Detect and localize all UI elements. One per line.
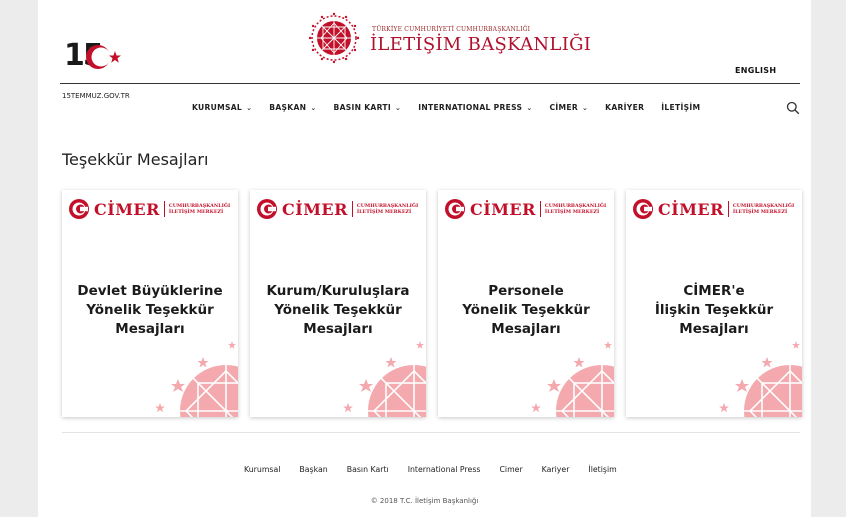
chevron-down-icon: ⌄ [310,103,317,112]
cimer-subtitle: CUMHURBAŞKANLIĞI İLETİŞİM MERKEZİ [732,203,795,215]
page-title: Teşekkür Mesajları [62,150,209,169]
cimer-subtitle: CUMHURBAŞKANLIĞI İLETİŞİM MERKEZİ [356,203,419,215]
decorative-emblem-art [719,341,802,417]
content-divider [62,432,800,433]
cimer-divider [351,201,353,217]
anniversary-logo[interactable]: 15 15TEMMUZ.GOV.TR [62,36,132,100]
footer-link-baskan[interactable]: Başkan [299,465,327,474]
chevron-down-icon: ⌄ [526,103,533,112]
anniversary-url: 15TEMMUZ.GOV.TR [62,92,130,100]
crescent-star-icon [86,45,121,69]
cimer-logo-block: CİMER CUMHURBAŞKANLIĞI İLETİŞİM MERKEZİ [444,198,606,220]
cimer-logo-icon [257,199,277,219]
nav-item-international-press[interactable]: INTERNATIONAL PRESS ⌄ [418,103,532,112]
brand-title[interactable]: İLETİŞİM BAŞKANLIĞI [370,34,591,55]
language-link[interactable]: ENGLISH [735,66,776,75]
cimer-logo-icon [633,199,653,219]
cimer-logo-block: CİMER CUMHURBAŞKANLIĞI İLETİŞİM MERKEZİ [68,198,230,220]
decorative-emblem-art [343,341,426,417]
brand-subtitle: TÜRKİYE CUMHURİYETİ CUMHURBAŞKANLIĞI [372,26,531,33]
cimer-wordmark: CİMER [282,199,348,219]
cimer-logo-icon [69,199,89,219]
card-kurum-kuruluslar[interactable]: CİMER CUMHURBAŞKANLIĞI İLETİŞİM MERKEZİ K… [250,190,426,417]
cimer-divider [163,201,165,217]
cimer-divider [727,201,729,217]
footer-link-cimer[interactable]: Cimer [499,465,522,474]
cimer-logo-block: CİMER CUMHURBAŞKANLIĞI İLETİŞİM MERKEZİ [632,198,794,220]
footer-link-international-press[interactable]: International Press [408,465,481,474]
nav-item-basin-karti[interactable]: BASIN KARTI ⌄ [333,103,401,112]
chevron-down-icon: ⌄ [581,103,589,112]
footer-link-kariyer[interactable]: Kariyer [542,465,570,474]
cimer-logo-icon [445,199,465,219]
presidency-emblem-icon [308,12,360,64]
search-icon[interactable] [786,101,800,115]
nav-item-baskan[interactable]: BAŞKAN ⌄ [269,103,316,112]
cimer-subtitle: CUMHURBAŞKANLIĞI İLETİŞİM MERKEZİ [168,203,231,215]
header-divider [60,83,800,84]
chevron-down-icon: ⌄ [246,103,253,112]
cimer-wordmark: CİMER [94,199,160,219]
nav-item-cimer[interactable]: CİMER ⌄ [549,103,588,112]
footer-link-kurumsal[interactable]: Kurumsal [244,465,280,474]
card-grid: CİMER CUMHURBAŞKANLIĞI İLETİŞİM MERKEZİ D… [62,190,802,418]
cimer-wordmark: CİMER [470,199,536,219]
cimer-subtitle: CUMHURBAŞKANLIĞI İLETİŞİM MERKEZİ [544,203,607,215]
nav-item-kariyer[interactable]: KARİYER [605,103,644,112]
cimer-wordmark: CİMER [658,199,724,219]
decorative-emblem-art [155,341,238,417]
page: 15 15TEMMUZ.GOV.TR TÜRKİYE CUMHURİYETİ C… [38,0,811,517]
card-personel[interactable]: CİMER CUMHURBAŞKANLIĞI İLETİŞİM MERKEZİ P… [438,190,614,417]
decorative-emblem-art [531,341,614,417]
footer-nav: Kurumsal Başkan Basın Kartı Internationa… [244,465,636,474]
main-nav: KURUMSAL ⌄ BAŞKAN ⌄ BASIN KARTI ⌄ INTERNATI… [192,103,717,112]
card-devlet-buyukleri[interactable]: CİMER CUMHURBAŞKANLIĞI İLETİŞİM MERKEZİ D… [62,190,238,417]
nav-item-kurumsal[interactable]: KURUMSAL ⌄ [192,103,252,112]
card-cimer[interactable]: CİMER CUMHURBAŞKANLIĞI İLETİŞİM MERKEZİ C… [626,190,802,417]
nav-item-iletisim[interactable]: İLETİŞİM [661,103,700,112]
footer-link-iletisim[interactable]: İletişim [588,465,616,474]
chevron-down-icon: ⌄ [395,103,402,112]
footer-link-basin-karti[interactable]: Basın Kartı [347,465,389,474]
copyright: © 2018 T.C. İletişim Başkanlığı [370,497,479,505]
cimer-divider [539,201,541,217]
cimer-logo-block: CİMER CUMHURBAŞKANLIĞI İLETİŞİM MERKEZİ [256,198,418,220]
